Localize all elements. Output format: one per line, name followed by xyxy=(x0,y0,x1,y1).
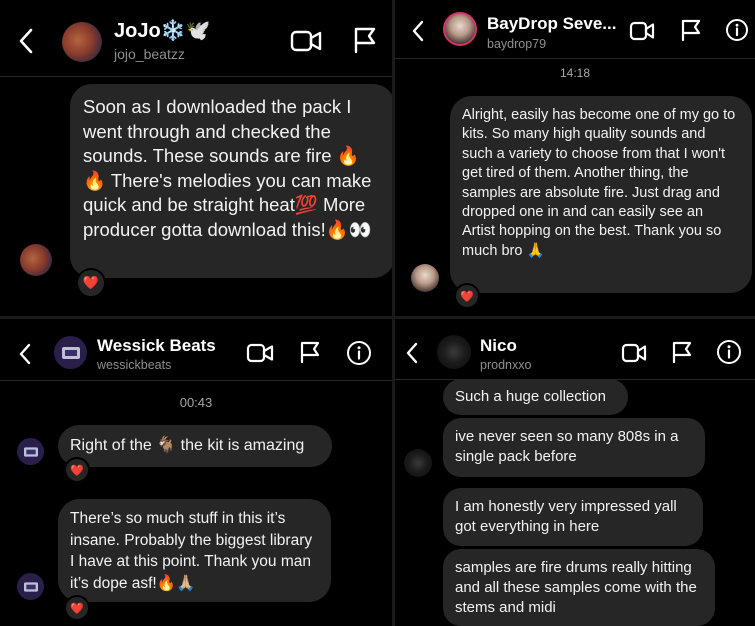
flag-icon[interactable] xyxy=(352,26,378,54)
panel-divider-horizontal xyxy=(0,316,755,319)
avatar[interactable] xyxy=(54,336,87,369)
chat-panel-jojo: JoJo❄️🕊️ jojo_beatzz Soon as I downloade… xyxy=(0,0,392,316)
avatar xyxy=(404,449,432,477)
panel-divider-vertical xyxy=(392,0,395,626)
contact-handle: wessickbeats xyxy=(97,358,172,372)
back-chevron-icon[interactable] xyxy=(18,28,34,54)
header-divider xyxy=(395,58,755,59)
avatar xyxy=(17,438,44,465)
heart-reaction[interactable]: ❤️ xyxy=(64,457,90,483)
avatar[interactable] xyxy=(62,22,102,62)
heart-reaction[interactable]: ❤️ xyxy=(64,595,90,621)
heart-reaction[interactable]: ❤️ xyxy=(454,283,480,309)
avatar xyxy=(411,264,439,292)
video-call-icon[interactable] xyxy=(629,20,655,42)
message-bubble[interactable]: Soon as I downloaded the pack I went thr… xyxy=(70,84,392,278)
avatar[interactable] xyxy=(437,335,471,369)
chat-panel-wessick: Wessick Beats wessickbeats 00:43 Right o… xyxy=(0,319,392,626)
contact-name[interactable]: JoJo❄️🕊️ xyxy=(114,18,210,43)
contact-handle: jojo_beatzz xyxy=(114,46,185,62)
contact-name[interactable]: Nico xyxy=(480,336,517,356)
message-bubble[interactable]: Such a huge collection xyxy=(443,379,628,415)
message-bubble[interactable]: I am honestly very impressed yall got ev… xyxy=(443,488,703,546)
timestamp: 00:43 xyxy=(179,395,213,410)
video-call-icon[interactable] xyxy=(621,342,647,364)
message-bubble[interactable]: samples are fire drums really hitting an… xyxy=(443,549,715,626)
contact-name[interactable]: BayDrop Seve... xyxy=(487,14,616,34)
message-bubble[interactable]: Right of the 🐐 the kit is amazing xyxy=(58,425,332,467)
contact-handle: prodnxxo xyxy=(480,358,532,372)
avatar xyxy=(20,244,52,276)
chat-panel-baydrop: BayDrop Seve... baydrop79 14:18 Alright,… xyxy=(395,0,755,316)
message-bubble[interactable]: Alright, easily has become one of my go … xyxy=(450,96,752,293)
flag-icon[interactable] xyxy=(680,18,702,42)
back-chevron-icon[interactable] xyxy=(411,20,425,42)
header-divider xyxy=(0,76,392,77)
chat-panel-nico: Nico prodnxxo Such a huge collection ive… xyxy=(395,319,755,626)
back-chevron-icon[interactable] xyxy=(18,343,32,365)
avatar[interactable] xyxy=(443,12,477,46)
message-bubble[interactable]: There’s so much stuff in this it’s insan… xyxy=(58,499,331,602)
info-icon[interactable] xyxy=(725,18,749,42)
heart-reaction[interactable]: ❤️ xyxy=(76,268,106,298)
avatar xyxy=(17,573,44,600)
flag-icon[interactable] xyxy=(299,340,321,364)
video-call-icon[interactable] xyxy=(290,28,322,54)
info-icon[interactable] xyxy=(716,339,742,365)
video-call-icon[interactable] xyxy=(246,342,274,364)
contact-handle: baydrop79 xyxy=(487,37,547,51)
header-divider xyxy=(0,380,392,381)
flag-icon[interactable] xyxy=(671,340,693,364)
back-chevron-icon[interactable] xyxy=(405,342,419,364)
contact-name[interactable]: Wessick Beats xyxy=(97,336,216,356)
info-icon[interactable] xyxy=(346,340,372,366)
timestamp: 14:18 xyxy=(559,66,591,80)
message-bubble[interactable]: ive never seen so many 808s in a single … xyxy=(443,418,705,477)
